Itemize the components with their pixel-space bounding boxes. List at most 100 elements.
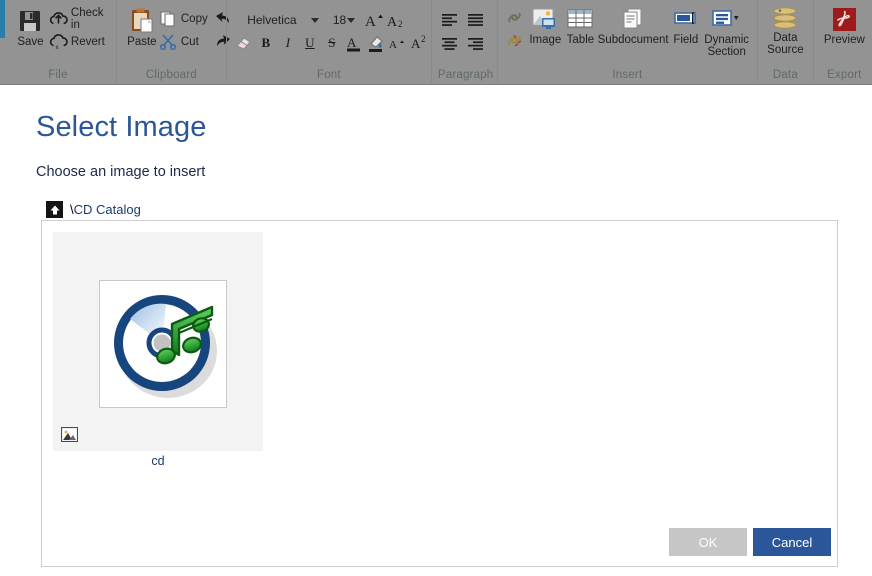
check-in-label: Check in (70, 6, 104, 31)
ok-button[interactable]: OK (669, 528, 747, 556)
grow-font-button[interactable]: A (363, 10, 385, 31)
insert-image-label: Image (529, 34, 562, 46)
paste-label: Paste (127, 36, 157, 48)
svg-text:A: A (387, 15, 398, 29)
database-stack-icon (770, 7, 800, 31)
insert-image-button[interactable]: Image (527, 6, 564, 46)
svg-text:A: A (365, 14, 376, 29)
align-left-icon (442, 13, 458, 26)
ribbon-group-data: Data Source Data (756, 0, 813, 85)
font-size-chevron-down-icon[interactable] (347, 17, 356, 23)
align-justify-icon (468, 13, 484, 26)
italic-button[interactable]: I (277, 33, 299, 54)
copy-pages-icon (159, 10, 178, 27)
breadcrumb: \CD Catalog (46, 201, 141, 218)
ribbon-group-clipboard-label: Clipboard (145, 69, 197, 81)
insert-table-button[interactable]: Table (564, 6, 597, 46)
svg-text:2: 2 (398, 19, 403, 29)
list-item[interactable]: cd (53, 232, 263, 468)
align-center-button[interactable] (438, 33, 462, 55)
data-source-button[interactable]: Data Source (764, 6, 807, 56)
page-title: Select Image (36, 111, 207, 143)
subdocument-icon (619, 7, 647, 33)
copy-button[interactable]: Copy (157, 8, 210, 29)
select-image-dialog: Select Image Choose an image to insert \… (0, 85, 872, 576)
font-name-value[interactable]: Helvetica (233, 13, 311, 27)
ribbon-group-export: Preview Export (812, 0, 872, 85)
cut-label: Cut (180, 35, 199, 48)
underline-button[interactable]: U (299, 33, 321, 54)
ribbon-group-insert-label: Insert (612, 69, 643, 81)
ribbon-group-data-label: Data (772, 69, 798, 81)
image-list-box[interactable]: cd (41, 220, 838, 567)
ribbon-toolbar: Save Check in x Revert File Paste Copy C… (0, 0, 872, 85)
ribbon-group-file-label: File (48, 69, 68, 81)
highlight-color-button[interactable] (365, 33, 387, 54)
superscript-button[interactable]: A 2 (409, 33, 431, 54)
insert-subdocument-button[interactable]: Subdocument (597, 6, 669, 46)
save-label: Save (17, 36, 44, 48)
insert-field-label: Field (673, 34, 699, 46)
field-icon (672, 7, 700, 33)
bold-button[interactable]: B (255, 33, 277, 54)
ribbon-group-export-label: Export (827, 69, 862, 81)
picture-icon (61, 427, 78, 442)
scissors-icon (159, 33, 178, 51)
dialog-subtitle: Choose an image to insert (36, 164, 206, 180)
align-right-button[interactable] (464, 33, 488, 55)
ribbon-group-file: Save Check in x Revert File (0, 0, 116, 85)
preview-button[interactable]: Preview (820, 6, 869, 46)
ribbon-group-font-label: Font (316, 69, 341, 81)
strikethrough-button[interactable]: S (321, 33, 343, 54)
insert-link-button[interactable] (504, 7, 527, 28)
insert-table-label: Table (566, 34, 595, 46)
align-left-button[interactable] (438, 9, 462, 31)
revert-button[interactable]: x Revert (47, 31, 110, 52)
insert-subdocument-label: Subdocument (597, 34, 669, 46)
ribbon-group-insert: Image Table Subdocument Field Dynamic Se… (496, 0, 757, 85)
cd-music-icon (99, 280, 227, 408)
svg-text:A: A (389, 39, 397, 51)
ribbon-group-clipboard: Paste Copy Cut Clipboard (115, 0, 230, 85)
paste-button[interactable]: Paste (127, 6, 157, 48)
clear-formatting-button[interactable] (233, 33, 255, 54)
list-item-label: cd (151, 454, 165, 468)
font-name-chevron-down-icon[interactable] (310, 17, 319, 23)
align-right-icon (468, 37, 484, 50)
font-color-button[interactable]: A (343, 33, 365, 54)
unlink-icon (506, 32, 525, 49)
insert-field-button[interactable]: Field (669, 6, 702, 46)
svg-text:x: x (55, 45, 58, 50)
subscript-button[interactable]: A (387, 33, 409, 54)
copy-label: Copy (180, 12, 208, 25)
align-center-icon (442, 37, 458, 50)
shrink-font-button[interactable]: A 2 (385, 10, 407, 31)
check-in-button[interactable]: Check in (47, 6, 110, 31)
revert-label: Revert (70, 35, 105, 48)
table-icon (566, 7, 594, 33)
image-icon (531, 7, 559, 33)
pdf-icon (831, 7, 858, 33)
insert-dynamic-section-button[interactable]: Dynamic Section (702, 6, 750, 58)
svg-text:2: 2 (421, 34, 426, 44)
cloud-revert-icon: x (49, 33, 68, 51)
ribbon-group-paragraph: Paragraph (430, 0, 497, 85)
svg-text:A: A (347, 35, 357, 50)
floppy-disk-icon (16, 7, 44, 35)
ribbon-accent-bar (0, 0, 5, 38)
cloud-upload-icon (49, 10, 68, 27)
font-size-value[interactable]: 18 (319, 13, 347, 27)
cancel-button[interactable]: Cancel (753, 528, 831, 556)
cut-button[interactable]: Cut (157, 31, 210, 52)
breadcrumb-folder-name: CD Catalog (73, 202, 141, 217)
insert-dynamic-section-label: Dynamic Section (704, 34, 750, 58)
save-button[interactable]: Save (14, 6, 47, 48)
up-arrow-icon[interactable] (46, 201, 63, 218)
preview-label: Preview (823, 34, 865, 46)
remove-link-button[interactable] (504, 30, 527, 51)
align-justify-button[interactable] (464, 9, 488, 31)
dynamic-section-icon (710, 7, 744, 33)
breadcrumb-path[interactable]: \CD Catalog (70, 202, 141, 217)
dialog-footer: OK Cancel (0, 528, 872, 576)
clipboard-icon (129, 7, 155, 35)
